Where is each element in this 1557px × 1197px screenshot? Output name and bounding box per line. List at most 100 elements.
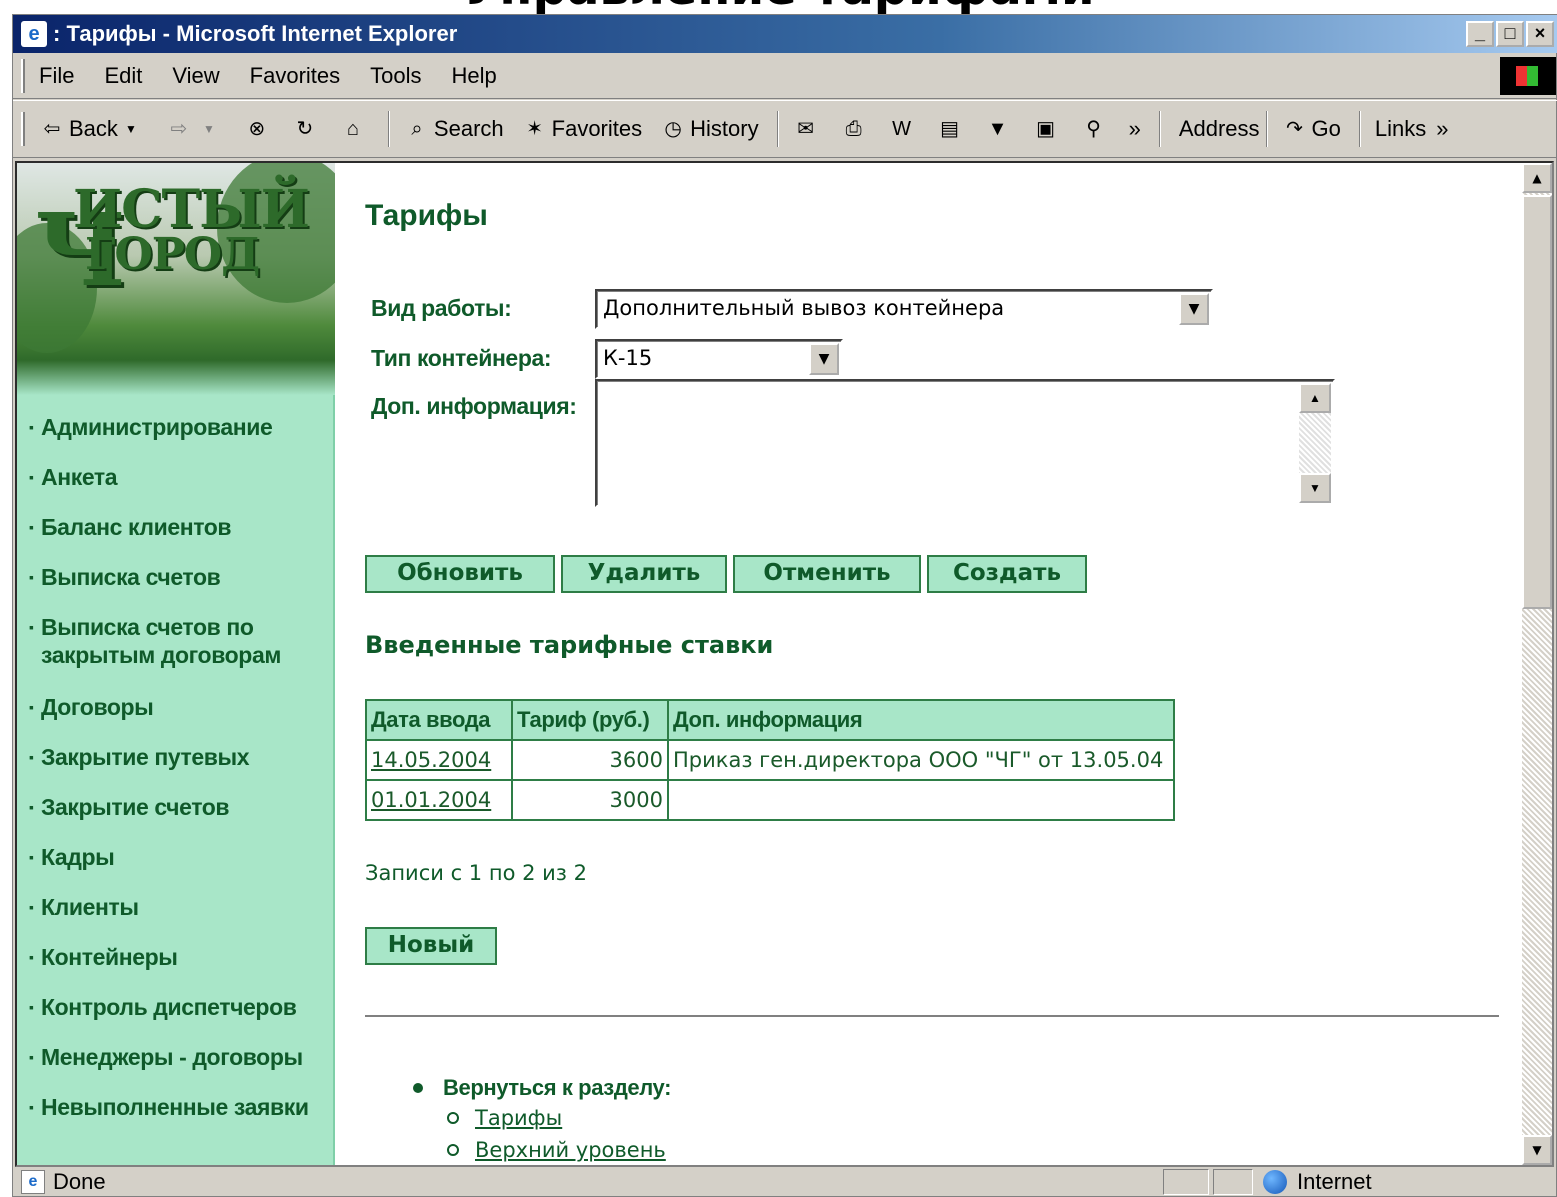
menu-view[interactable]: View [172, 63, 219, 89]
sidebar-item-label: Администрирование [41, 414, 273, 440]
sidebar-item-label: Выписка счетов [41, 564, 221, 590]
refresh-button[interactable]: ↻ [292, 116, 322, 142]
page-scrollbar[interactable]: ▲ ▼ [1522, 163, 1552, 1165]
back-button[interactable]: ⇦ Back ▼ [39, 116, 148, 142]
info-label: Доп. информация: [371, 393, 577, 419]
rates-section-title: Введенные тарифные ставки [365, 631, 774, 659]
sidebar-item-waybills[interactable]: ▪ Закрытие путевых [29, 741, 329, 791]
info-cell: Приказ ген.директора ООО "ЧГ" от 13.05.0… [667, 739, 1175, 781]
mail-icon: ✉ [797, 118, 814, 140]
tariffs-link[interactable]: Тарифы [475, 1106, 562, 1130]
circle-bullet-icon [447, 1112, 459, 1124]
back-section: Вернуться к разделу: Тарифы Верхний уров… [413, 1075, 671, 1165]
sidebar-item-contracts[interactable]: ▪ Договоры [29, 691, 329, 741]
print-button[interactable]: ⎙ [841, 116, 871, 142]
date-link[interactable]: 14.05.2004 [365, 739, 513, 781]
refresh-icon: ↻ [296, 118, 314, 140]
chevron-down-icon[interactable]: ▼ [809, 343, 839, 375]
sidebar-item-dispatchers[interactable]: ▪ Контроль диспетчеров [29, 991, 329, 1041]
status-panel [1213, 1169, 1253, 1195]
container-type-select[interactable]: К-15 ▼ [595, 339, 843, 379]
bullet-icon [413, 1083, 423, 1093]
page-viewport: Ч ИСТЫЙ ГОРОД ▪ Администрирование ▪ Анкета… [15, 161, 1554, 1167]
title-bar: e : Тарифы - Microsoft Internet Explorer… [13, 15, 1557, 53]
messenger-button[interactable]: ▣ [1033, 116, 1063, 142]
main-content: Тарифы Вид работы: Дополнительный вывоз … [365, 163, 1525, 1165]
sidebar-item-invoices-closed[interactable]: ▪ Выписка счетов по закрытым договорам [29, 611, 329, 691]
sidebar-item-invoices[interactable]: ▪ Выписка счетов [29, 561, 329, 611]
sidebar-item-questionnaire[interactable]: ▪ Анкета [29, 461, 329, 511]
sidebar-item-administration[interactable]: ▪ Администрирование [29, 411, 329, 461]
go-button[interactable]: ↷ Go [1282, 116, 1341, 142]
search-button[interactable]: ⌕ Search [404, 116, 504, 142]
discuss-button[interactable]: ▤ [937, 116, 967, 142]
links-button[interactable]: Links » [1375, 116, 1449, 142]
menu-file[interactable]: File [39, 63, 74, 89]
create-button[interactable]: Создать [927, 555, 1087, 593]
maximize-button[interactable]: □ [1496, 21, 1524, 47]
date-link[interactable]: 01.01.2004 [365, 779, 513, 821]
window-controls: _ □ × [1466, 21, 1554, 47]
rates-table: Дата ввода Тариф (руб.) Доп. информация … [365, 699, 1175, 821]
history-icon: ◷ [664, 118, 682, 140]
records-count: Записи с 1 по 2 из 2 [365, 861, 587, 885]
scrollbar-thumb[interactable] [1522, 195, 1552, 609]
home-button[interactable]: ⌂ [340, 116, 370, 142]
scroll-down-icon[interactable]: ▼ [1299, 473, 1331, 503]
sidebar-item-label: Баланс клиентов [41, 514, 232, 540]
toolbar-separator [1265, 111, 1268, 147]
top-level-link[interactable]: Верхний уровень [475, 1138, 666, 1162]
sidebar-item-close-invoices[interactable]: ▪ Закрытие счетов [29, 791, 329, 841]
sidebar-item-staff[interactable]: ▪ Кадры [29, 841, 329, 891]
table-row[interactable]: 01.01.2004 3000 [365, 779, 1175, 821]
sidebar-item-label: Контейнеры [41, 944, 178, 970]
update-button[interactable]: Обновить [365, 555, 555, 593]
info-textarea[interactable]: ▲ ▼ [595, 379, 1335, 507]
edit-button[interactable]: W [889, 116, 919, 142]
menu-edit[interactable]: Edit [104, 63, 142, 89]
menu-favorites[interactable]: Favorites [250, 63, 340, 89]
work-type-select[interactable]: Дополнительный вывоз контейнера ▼ [595, 289, 1213, 329]
stop-button[interactable]: ⊗ [244, 116, 274, 142]
sidebar-item-clients[interactable]: ▪ Клиенты [29, 891, 329, 941]
filter-button[interactable]: ▼ [985, 116, 1015, 142]
new-button[interactable]: Новый [365, 927, 497, 965]
toolbar-more-button[interactable]: » [1129, 116, 1141, 142]
sidebar-item-client-balance[interactable]: ▪ Баланс клиентов [29, 511, 329, 561]
sidebar-item-label: Анкета [41, 464, 118, 490]
menu-bar: File Edit View Favorites Tools Help [13, 53, 1557, 99]
close-button[interactable]: × [1526, 21, 1554, 47]
sidebar-item-label: Закрытие путевых [41, 744, 250, 770]
cancel-button[interactable]: Отменить [733, 555, 921, 593]
divider [365, 1015, 1499, 1017]
delete-button[interactable]: Удалить [561, 555, 727, 593]
search-label: Search [433, 116, 504, 141]
scroll-up-icon[interactable]: ▲ [1522, 163, 1552, 193]
back-link-item[interactable]: Верхний уровень [447, 1135, 671, 1165]
toolbar-separator [1158, 111, 1161, 147]
forward-arrow-icon: ⇨ [170, 118, 188, 140]
scroll-up-icon[interactable]: ▲ [1299, 383, 1331, 413]
history-button[interactable]: ◷ History [660, 116, 758, 142]
sidebar-item-pending-requests[interactable]: ▪ Невыполненные заявки [29, 1091, 329, 1141]
security-zone: Internet [1263, 1167, 1372, 1197]
favorites-button[interactable]: ✶ Favorites [522, 116, 642, 142]
scroll-down-icon[interactable]: ▼ [1522, 1135, 1552, 1165]
sidebar-nav: ▪ Администрирование ▪ Анкета ▪ Баланс клиен… [29, 411, 329, 1141]
menu-help[interactable]: Help [452, 63, 497, 89]
minimize-button[interactable]: _ [1466, 21, 1494, 47]
sidebar-item-managers[interactable]: ▪ Менеджеры - договоры [29, 1041, 329, 1091]
forward-button[interactable]: ⇨ ▼ [166, 116, 226, 142]
menu-tools[interactable]: Tools [370, 63, 421, 89]
history-label: History [690, 116, 759, 141]
sidebar-item-containers[interactable]: ▪ Контейнеры [29, 941, 329, 991]
work-type-value: Дополнительный вывоз контейнера [603, 296, 1005, 320]
mail-button[interactable]: ✉ [793, 116, 823, 142]
table-row[interactable]: 14.05.2004 3600 Приказ ген.директора ООО… [365, 739, 1175, 781]
back-link-item[interactable]: Тарифы [447, 1103, 671, 1133]
research-button[interactable]: ⚲ [1081, 116, 1111, 142]
search-icon: ⌕ [411, 118, 423, 140]
chevron-down-icon[interactable]: ▼ [1179, 293, 1209, 325]
sidebar-item-label: Закрытие счетов [41, 794, 230, 820]
textarea-scrollbar[interactable]: ▲ ▼ [1299, 383, 1331, 503]
